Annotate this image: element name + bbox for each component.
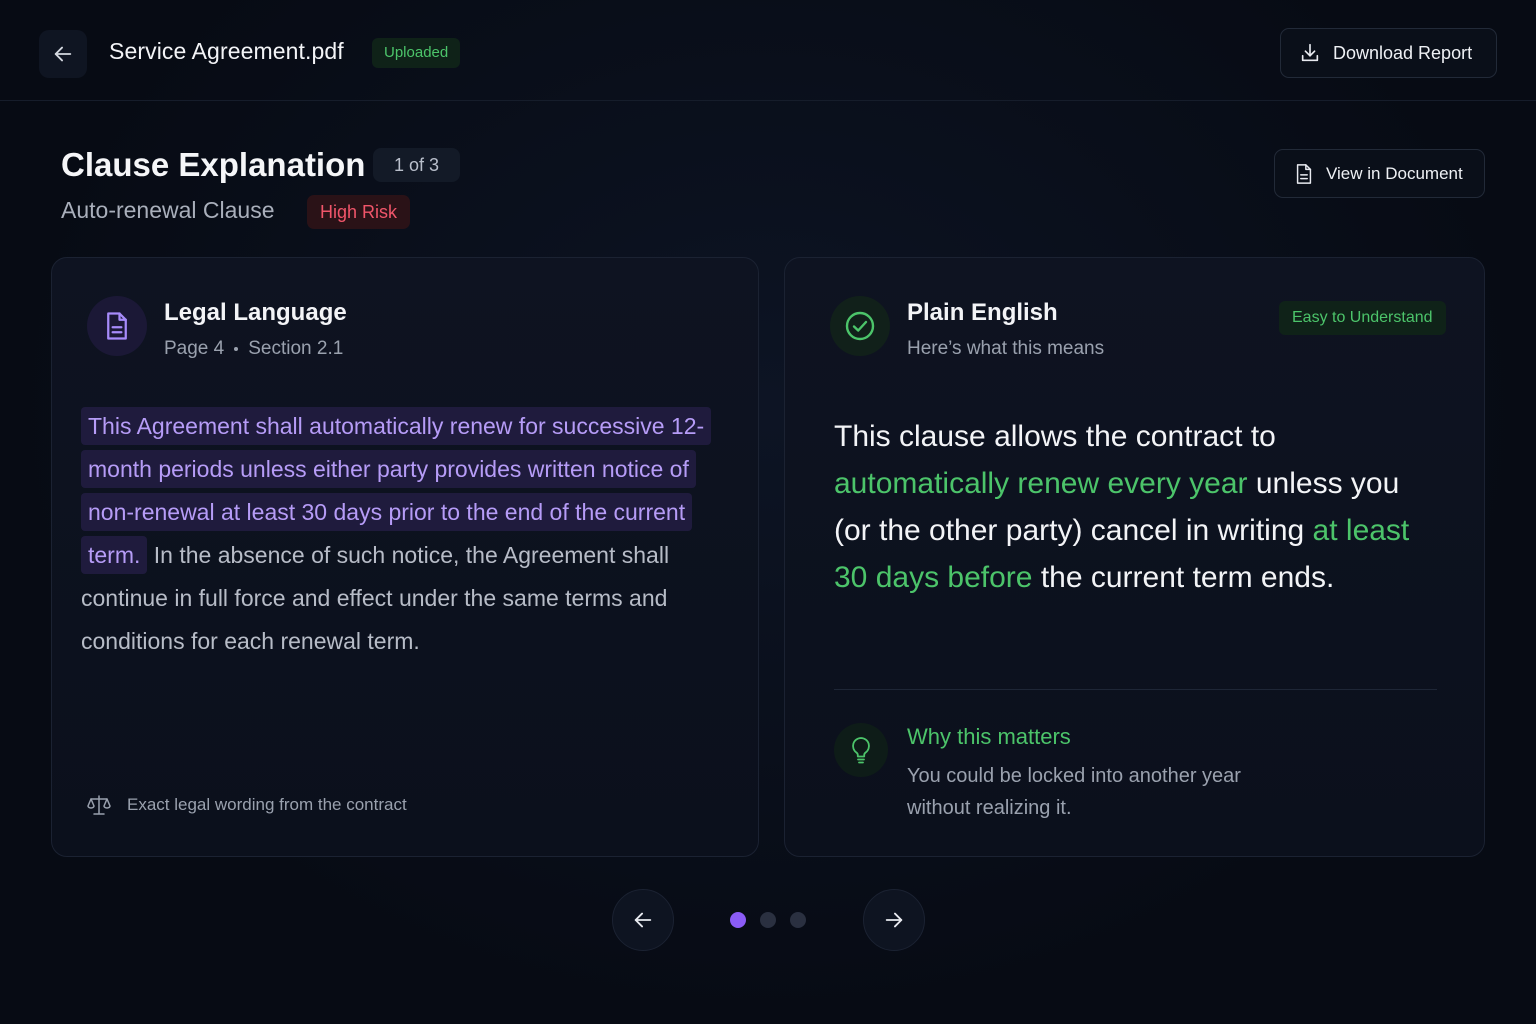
scale-icon (87, 795, 111, 815)
download-report-button[interactable]: Download Report (1280, 28, 1497, 78)
easy-badge: Easy to Understand (1279, 301, 1446, 335)
why-this-matters-text: You could be locked into another year wi… (907, 765, 1241, 819)
status-badge: Uploaded (372, 38, 461, 68)
remaining-clause-text: In the absence of such notice, the Agree… (81, 542, 670, 654)
plain-card-subheading: Here’s what this means (907, 338, 1105, 359)
plain-text-part3: the current term ends. (1032, 561, 1335, 594)
legal-footer: Exact legal wording from the contract (87, 794, 407, 816)
next-clause-button[interactable] (863, 889, 925, 951)
clause-name: Auto-renewal Clause (61, 197, 275, 223)
plain-english-card: Plain English Here’s what this means Eas… (784, 257, 1485, 857)
legal-footer-text: Exact legal wording from the contract (127, 795, 407, 814)
document-icon (1296, 163, 1312, 184)
download-report-label: Download Report (1333, 42, 1473, 63)
arrow-right-icon (885, 912, 903, 928)
pager-dot-3[interactable] (790, 912, 806, 928)
section-reference: Section 2.1 (248, 338, 344, 359)
arrow-left-icon (634, 912, 652, 928)
lightbulb-icon (852, 737, 870, 764)
why-this-matters-title: Why this matters (907, 724, 1071, 749)
legal-card-heading: Legal Language (164, 299, 347, 326)
view-in-document-button[interactable]: View in Document (1274, 149, 1485, 198)
pager-dot-1[interactable] (730, 912, 746, 928)
plain-card-heading: Plain English (907, 299, 1058, 326)
separator-dot (234, 347, 239, 351)
lightbulb-circle (834, 723, 888, 777)
legal-icon-circle (87, 296, 147, 356)
clause-position-badge: 1 of 3 (373, 148, 461, 182)
legal-card-location: Page 4 Section 2.1 (164, 338, 343, 360)
top-bar: Service Agreement.pdf Uploaded Download … (0, 0, 1536, 101)
plain-icon-circle (830, 296, 890, 356)
risk-badge: High Risk (307, 195, 411, 229)
pager-dot-2[interactable] (760, 912, 776, 928)
check-circle-icon (845, 311, 875, 341)
previous-clause-button[interactable] (612, 889, 674, 951)
arrow-left-icon (54, 46, 72, 62)
divider (834, 689, 1437, 690)
page-reference: Page 4 (164, 338, 225, 359)
download-icon (1301, 43, 1319, 62)
document-icon (107, 312, 127, 340)
page-title: Clause Explanation (61, 146, 366, 183)
plain-text-part1: This clause allows the contract to (834, 420, 1276, 453)
plain-text-highlight1: automatically renew every year (834, 467, 1248, 500)
legal-clause-text: This Agreement shall automatically renew… (81, 405, 721, 663)
file-name: Service Agreement.pdf (109, 38, 344, 64)
plain-explanation-text: This clause allows the contract to autom… (834, 413, 1434, 601)
back-button[interactable] (39, 30, 87, 78)
legal-language-card: Legal Language Page 4 Section 2.1 This A… (51, 257, 759, 857)
view-in-document-label: View in Document (1326, 163, 1463, 183)
